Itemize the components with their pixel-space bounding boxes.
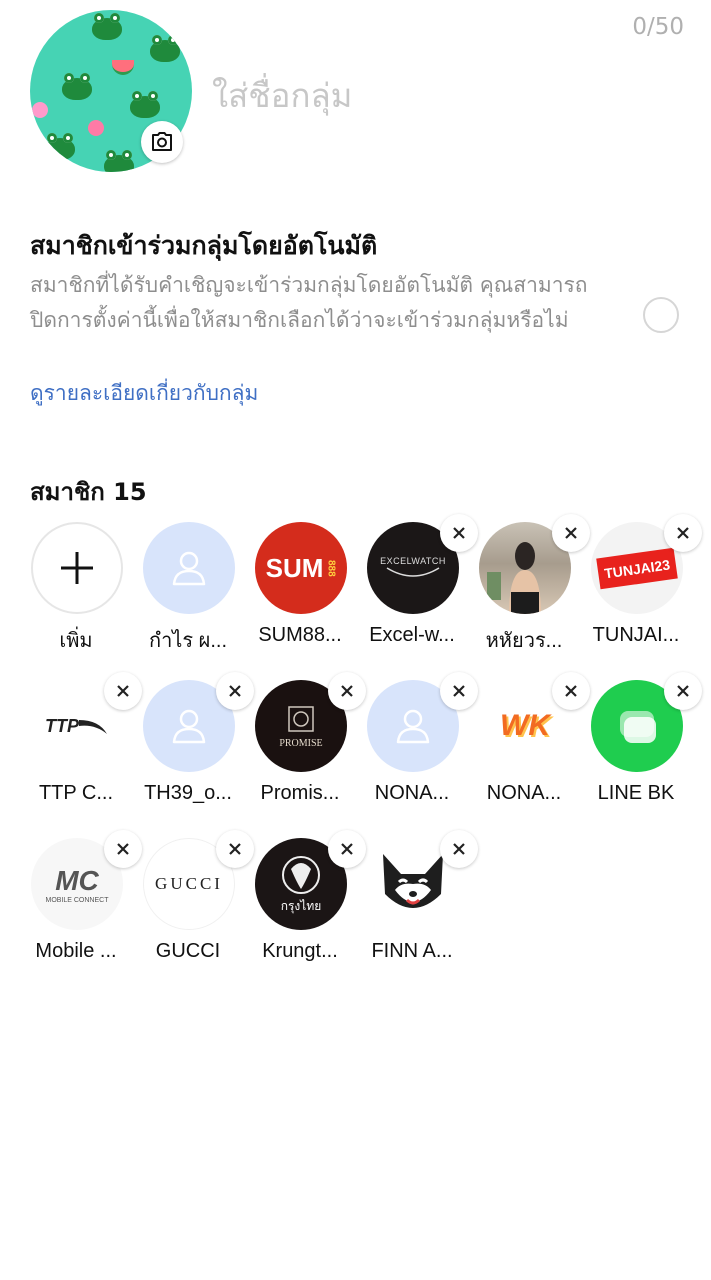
member-item[interactable]: TH39_o...: [132, 672, 254, 828]
member-item[interactable]: FINN A...: [356, 830, 478, 986]
member-name: FINN A...: [371, 940, 453, 962]
member-item[interactable]: NONA...: [356, 672, 478, 828]
member-name: SUM88...: [258, 624, 342, 646]
member-item[interactable]: SUM 888 SUM88...: [244, 520, 356, 670]
close-icon: [453, 843, 465, 855]
member-name: NONA...: [374, 782, 450, 804]
close-icon: [677, 685, 689, 697]
close-icon: [341, 843, 353, 855]
plus-icon: [61, 552, 93, 584]
add-member-label: เพิ่ม: [59, 630, 93, 652]
member-name: Excel-w...: [369, 624, 455, 646]
member-item[interactable]: MC MOBILE CONNECT Mobile ...: [20, 830, 142, 986]
person-placeholder-icon: [172, 551, 206, 586]
member-name: Mobile ...: [35, 940, 117, 962]
member-name: TH39_o...: [144, 782, 232, 804]
sum888-logo: SUM 888: [255, 522, 347, 614]
member-item[interactable]: PROMISE Promis...: [244, 672, 366, 828]
close-icon: [229, 685, 241, 697]
member-name: Krungt...: [262, 940, 338, 962]
member-name: TTP C...: [38, 782, 114, 804]
auto-join-description: สมาชิกที่ได้รับคำเชิญจะเข้าร่วมกลุ่มโดยอ…: [30, 273, 588, 332]
member-name: GUCCI: [155, 940, 221, 962]
avatar: [143, 522, 235, 614]
member-name: LINE BK: [597, 782, 675, 804]
remove-member-button[interactable]: [664, 672, 702, 710]
person-placeholder-icon: [396, 709, 430, 744]
close-icon: [565, 527, 577, 539]
close-icon: [229, 843, 241, 855]
member-item[interactable]: EXCELWATCH Excel-w...: [356, 514, 478, 670]
member-name: NONA...: [486, 782, 562, 804]
members-header: สมาชิก 15: [30, 478, 147, 506]
auto-join-title: สมาชิกเข้าร่วมกลุ่มโดยอัตโนมัติ: [30, 231, 378, 260]
member-name: TUNJAI...: [592, 624, 680, 646]
member-item[interactable]: GUCCI GUCCI: [132, 830, 254, 986]
auto-join-toggle[interactable]: [643, 297, 679, 333]
close-icon: [453, 527, 465, 539]
member-item[interactable]: WK NONA...: [468, 672, 590, 828]
close-icon: [117, 685, 129, 697]
member-item[interactable]: กรุงไทย Krungt...: [244, 830, 366, 986]
member-item[interactable]: กำไร ผ...: [132, 520, 244, 670]
group-details-link[interactable]: ดูรายละเอียดเกี่ยวกับกลุ่ม: [30, 377, 258, 410]
close-icon: [341, 685, 353, 697]
close-icon: [453, 685, 465, 697]
add-member-button[interactable]: เพิ่ม: [20, 520, 132, 670]
close-icon: [117, 843, 129, 855]
member-item[interactable]: TUNJAI23 TUNJAI...: [580, 514, 702, 670]
close-icon: [677, 527, 689, 539]
close-icon: [565, 685, 577, 697]
remove-member-button[interactable]: [440, 830, 478, 868]
person-placeholder-icon: [172, 709, 206, 744]
add-avatar[interactable]: [31, 522, 123, 614]
char-counter: 0/50: [632, 14, 684, 40]
camera-icon[interactable]: [141, 121, 183, 163]
member-item[interactable]: LINE BK: [580, 672, 702, 828]
member-item[interactable]: หหัยวร...: [468, 514, 590, 670]
group-name-input[interactable]: [212, 70, 612, 120]
member-name: หหัยวร...: [485, 630, 563, 652]
member-name: Promis...: [260, 782, 340, 804]
remove-member-button[interactable]: [664, 514, 702, 552]
member-name: กำไร ผ...: [148, 630, 228, 652]
member-item[interactable]: TTP TTP C...: [20, 672, 142, 828]
